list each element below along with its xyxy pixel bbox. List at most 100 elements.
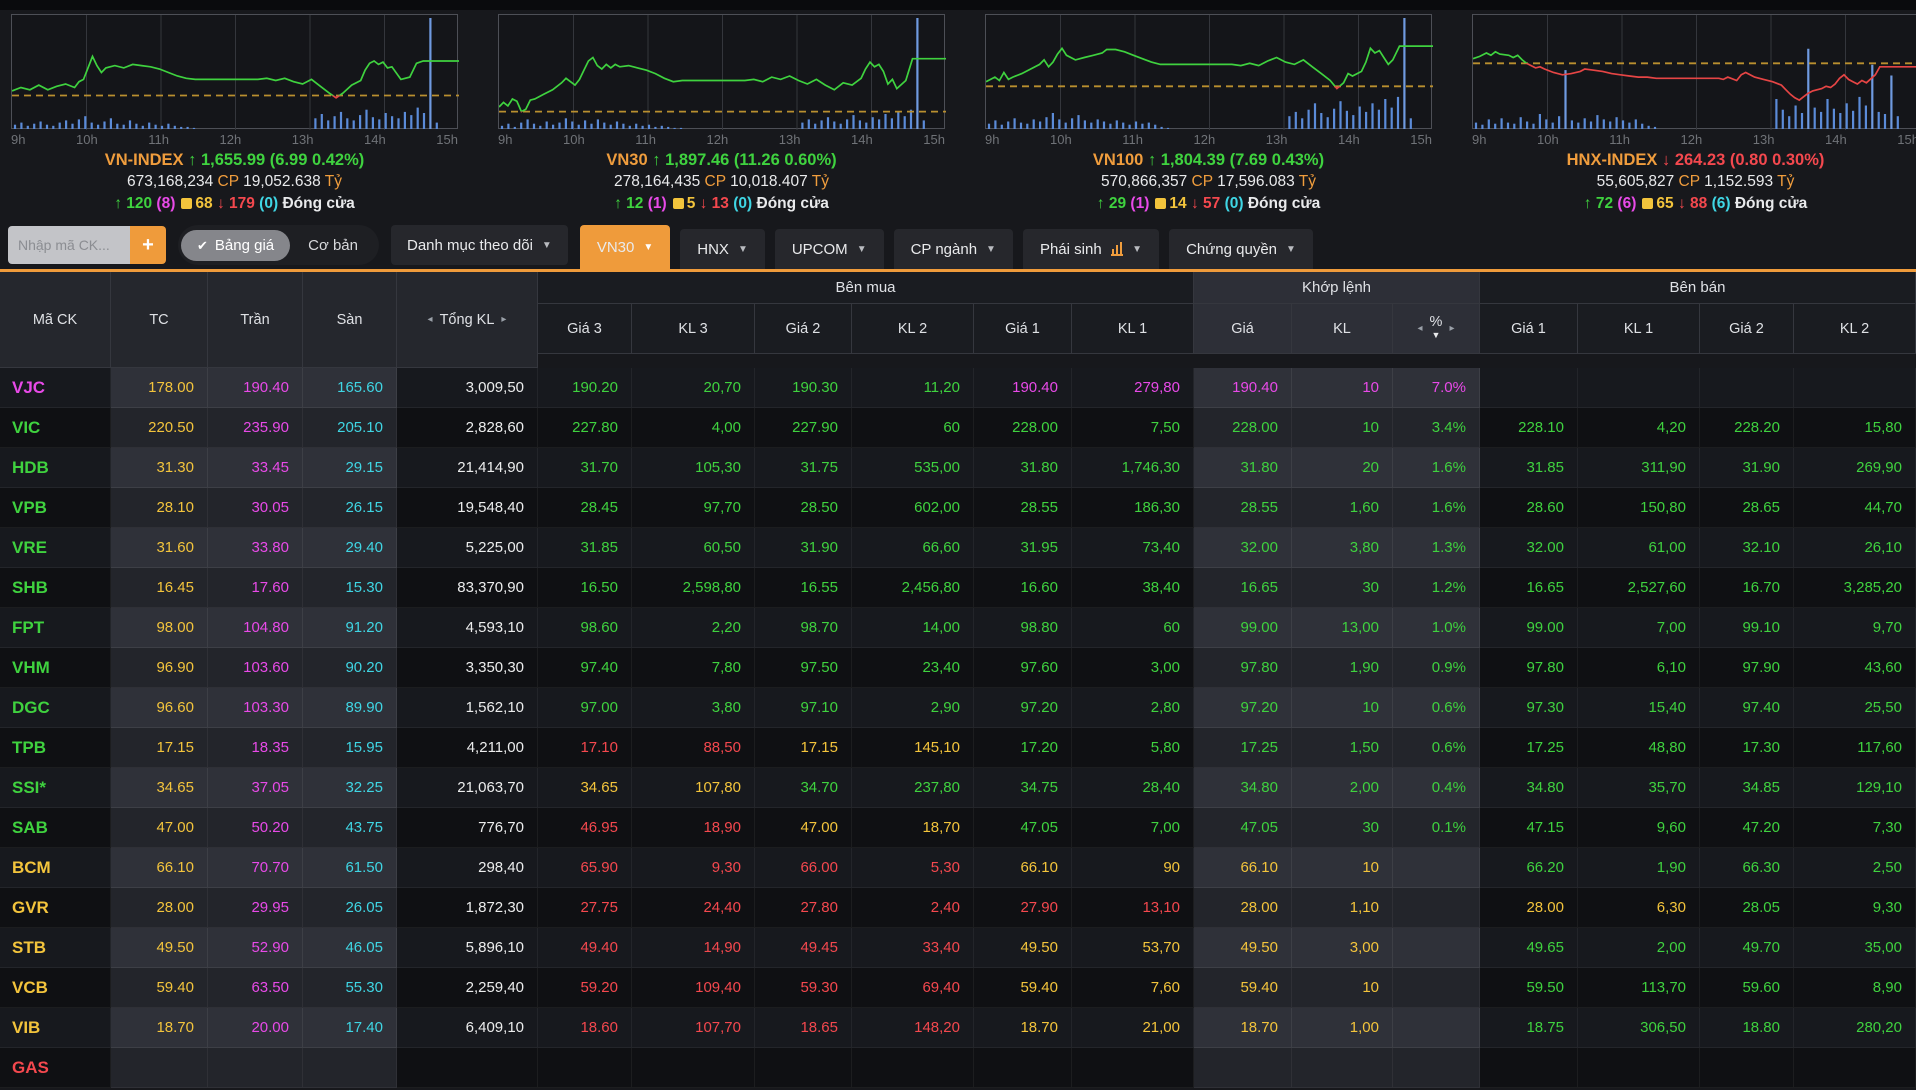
index-summary: VN30 ↑ 1,897.46 (11.26 0.60%) xyxy=(498,149,945,171)
cell-buy-vol3: 9,30 xyxy=(632,848,755,888)
cell-ceiling: 18.35 xyxy=(208,728,303,768)
tab-cp-ngành[interactable]: CP ngành▼ xyxy=(894,229,1013,269)
cell-symbol[interactable]: TPB xyxy=(0,728,111,768)
cell-symbol[interactable]: GVR xyxy=(0,888,111,928)
cell-symbol[interactable]: HDB xyxy=(0,448,111,488)
cell-buy-vol1: 53,70 xyxy=(1072,928,1194,968)
cell-buy-price3: 27.75 xyxy=(538,888,632,928)
col-sell-price1[interactable]: Giá 1 xyxy=(1480,304,1578,354)
index-chart[interactable] xyxy=(985,14,1432,129)
index-name: VN100 xyxy=(1093,151,1143,169)
cell-matched-price: 16.65 xyxy=(1194,568,1292,608)
col-buy-price1[interactable]: Giá 1 xyxy=(974,304,1072,354)
tab-phái-sinh[interactable]: Phái sinh▼ xyxy=(1023,229,1159,269)
col-buy-vol3[interactable]: KL 3 xyxy=(632,304,755,354)
watchlist-dropdown[interactable]: Danh mục theo dõi▼ xyxy=(391,225,568,265)
tab-hnx[interactable]: HNX▼ xyxy=(680,229,765,269)
cell-symbol[interactable]: VHM xyxy=(0,648,111,688)
toggle-price-board[interactable]: ✔Bảng giá xyxy=(181,230,290,261)
col-sell-vol2[interactable]: KL 2 xyxy=(1794,304,1916,354)
col-matched-price[interactable]: Giá xyxy=(1194,304,1292,354)
cell-symbol[interactable]: SAB xyxy=(0,808,111,848)
cell-buy-vol1: 13,10 xyxy=(1072,888,1194,928)
cell-ceiling: 103.30 xyxy=(208,688,303,728)
col-matched-vol[interactable]: KL xyxy=(1292,304,1393,354)
cell-tc: 28.00 xyxy=(111,888,208,928)
cell-buy-price3: 16.50 xyxy=(538,568,632,608)
cell-symbol[interactable]: VCB xyxy=(0,968,111,1008)
index-chart[interactable] xyxy=(11,14,458,129)
cell-matched-vol: 30 xyxy=(1292,568,1393,608)
cell-buy-price2: 49.45 xyxy=(755,928,852,968)
bar-chart-icon xyxy=(1111,243,1124,256)
cell-symbol[interactable]: STB xyxy=(0,928,111,968)
cell-buy-price2: 28.50 xyxy=(755,488,852,528)
cell-buy-price1: 98.80 xyxy=(974,608,1072,648)
col-floor[interactable]: Sàn xyxy=(303,272,397,368)
cell-symbol[interactable]: BCM xyxy=(0,848,111,888)
cell-buy-price2 xyxy=(755,1048,852,1088)
cell-buy-vol3: 97,70 xyxy=(632,488,755,528)
col-sell-price2[interactable]: Giá 2 xyxy=(1700,304,1794,354)
tab-vn30[interactable]: VN30▼ xyxy=(580,225,670,269)
cell-percent: 1.3% xyxy=(1393,528,1480,568)
index-breadth-line: ↑ 29 (1)14 ↓ 57 (0) Đóng cửa xyxy=(985,193,1432,215)
cell-buy-vol3: 18,90 xyxy=(632,808,755,848)
right-arrow-icon[interactable]: ▸ xyxy=(1449,323,1454,334)
col-total-volume[interactable]: ◂ Tổng KL ▸ xyxy=(397,272,538,368)
col-buy-price3[interactable]: Giá 3 xyxy=(538,304,632,354)
cell-floor: 205.10 xyxy=(303,408,397,448)
cell-buy-vol1: 7,60 xyxy=(1072,968,1194,1008)
cell-symbol[interactable]: VJC xyxy=(0,368,111,408)
cell-symbol[interactable]: VIC xyxy=(0,408,111,448)
cell-buy-vol1: 28,40 xyxy=(1072,768,1194,808)
cell-floor: 29.15 xyxy=(303,448,397,488)
arrow-up-icon: ↑ xyxy=(1148,151,1156,169)
cell-sell-price1: 32.00 xyxy=(1480,528,1578,568)
col-reference[interactable]: TC xyxy=(111,272,208,368)
cell-symbol[interactable]: VIB xyxy=(0,1008,111,1048)
cell-symbol[interactable]: SSI* xyxy=(0,768,111,808)
search-input[interactable] xyxy=(8,226,130,264)
left-arrow-icon[interactable]: ◂ xyxy=(1418,323,1423,334)
col-buy-price2[interactable]: Giá 2 xyxy=(755,304,852,354)
cell-matched-vol: 10 xyxy=(1292,368,1393,408)
cell-sell-vol1: 61,00 xyxy=(1578,528,1700,568)
index-chart[interactable] xyxy=(1472,14,1916,129)
cell-sell-vol2: 9,70 xyxy=(1794,608,1916,648)
cell-ceiling: 104.80 xyxy=(208,608,303,648)
col-sell-vol1[interactable]: KL 1 xyxy=(1578,304,1700,354)
col-buy-vol2[interactable]: KL 2 xyxy=(852,304,974,354)
tab-chứng-quyền[interactable]: Chứng quyền▼ xyxy=(1169,229,1313,269)
left-arrow-icon[interactable]: ◂ xyxy=(428,314,433,325)
cell-symbol[interactable]: VRE xyxy=(0,528,111,568)
col-symbol[interactable]: Mã CK xyxy=(0,272,111,368)
index-chart-svg xyxy=(12,15,459,130)
cell-percent: 1.0% xyxy=(1393,608,1480,648)
cell-buy-price3: 17.10 xyxy=(538,728,632,768)
col-ceiling[interactable]: Trần xyxy=(208,272,303,368)
cell-floor: 61.50 xyxy=(303,848,397,888)
index-panel-vn30: 9h10h11h12h13h14h15h VN30 ↑ 1,897.46 (11… xyxy=(498,14,945,215)
cell-symbol[interactable]: GAS xyxy=(0,1048,111,1088)
index-chart[interactable] xyxy=(498,14,945,129)
cell-matched-price: 28.00 xyxy=(1194,888,1292,928)
tab-upcom[interactable]: UPCOM▼ xyxy=(775,229,884,269)
right-arrow-icon[interactable]: ▸ xyxy=(501,314,506,325)
toggle-basic[interactable]: Cơ bản xyxy=(290,230,376,261)
cell-symbol[interactable]: DGC xyxy=(0,688,111,728)
col-percent[interactable]: ◂ %▼ ▸ xyxy=(1393,304,1480,354)
col-buy-vol1[interactable]: KL 1 xyxy=(1072,304,1194,354)
cell-buy-price3: 31.85 xyxy=(538,528,632,568)
cell-sell-price2: 16.70 xyxy=(1700,568,1794,608)
cell-symbol[interactable]: VPB xyxy=(0,488,111,528)
cell-ceiling xyxy=(208,1048,303,1088)
cell-matched-price: 228.00 xyxy=(1194,408,1292,448)
index-chart-svg xyxy=(986,15,1433,130)
cell-symbol[interactable]: FPT xyxy=(0,608,111,648)
cell-total-volume: 21,414,90 xyxy=(397,448,538,488)
x-axis-tick: 10h xyxy=(1537,132,1559,147)
cell-symbol[interactable]: SHB xyxy=(0,568,111,608)
cell-matched-vol xyxy=(1292,1048,1393,1088)
add-symbol-button[interactable]: + xyxy=(130,226,166,264)
